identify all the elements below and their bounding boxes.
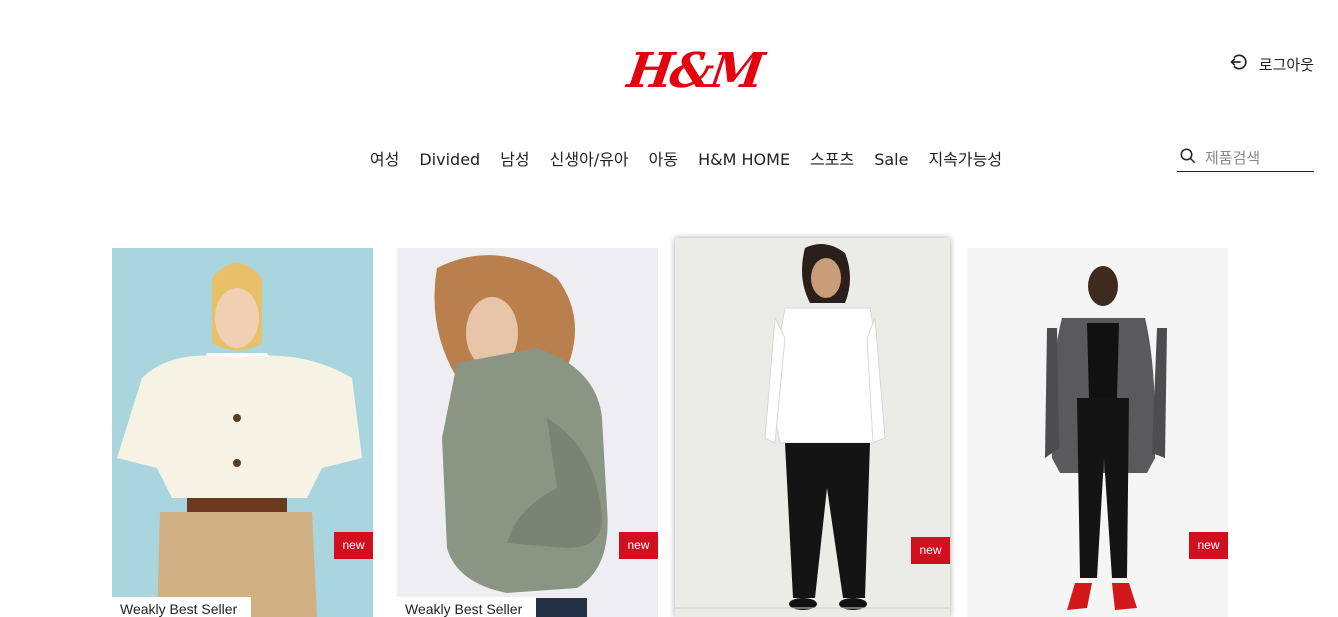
nav-item-baby[interactable]: 신생아/유아 — [540, 148, 639, 172]
product-card[interactable]: new — [967, 248, 1228, 617]
product-card[interactable]: new Weakly Best Seller — [112, 248, 373, 617]
new-badge: new — [1189, 532, 1228, 559]
best-seller-tag: Weakly Best Seller — [397, 597, 537, 617]
nav-item-home[interactable]: H&M HOME — [688, 148, 800, 172]
product-image — [397, 248, 658, 617]
product-image — [967, 248, 1228, 617]
product-image — [112, 248, 373, 617]
nav-item-sustainability[interactable]: 지속가능성 — [918, 148, 1012, 172]
product-card[interactable]: new — [675, 238, 950, 617]
logout-button[interactable]: 로그아웃 — [1229, 52, 1314, 76]
hm-logo[interactable]: H&M — [624, 40, 765, 102]
nav-item-sale[interactable]: Sale — [864, 148, 918, 172]
new-badge: new — [911, 537, 950, 564]
search-icon[interactable] — [1177, 147, 1197, 169]
main-nav: 여성 Divided 남성 신생아/유아 아동 H&M HOME 스포츠 Sal… — [0, 148, 1338, 172]
nav-item-divided[interactable]: Divided — [409, 148, 490, 172]
search-input[interactable] — [1205, 148, 1305, 167]
new-badge: new — [619, 532, 658, 559]
nav-item-women[interactable]: 여성 — [360, 148, 409, 172]
nav-item-sport[interactable]: 스포츠 — [800, 148, 864, 172]
best-seller-tag: Weakly Best Seller — [112, 597, 252, 617]
product-card[interactable]: new Weakly Best Seller — [397, 248, 658, 617]
logout-label: 로그아웃 — [1258, 55, 1314, 74]
nav-item-kids[interactable]: 아동 — [639, 148, 688, 172]
nav-item-men[interactable]: 남성 — [490, 148, 539, 172]
logout-icon — [1229, 52, 1249, 76]
product-image — [675, 238, 950, 617]
search-box — [1177, 144, 1314, 172]
new-badge: new — [334, 532, 373, 559]
